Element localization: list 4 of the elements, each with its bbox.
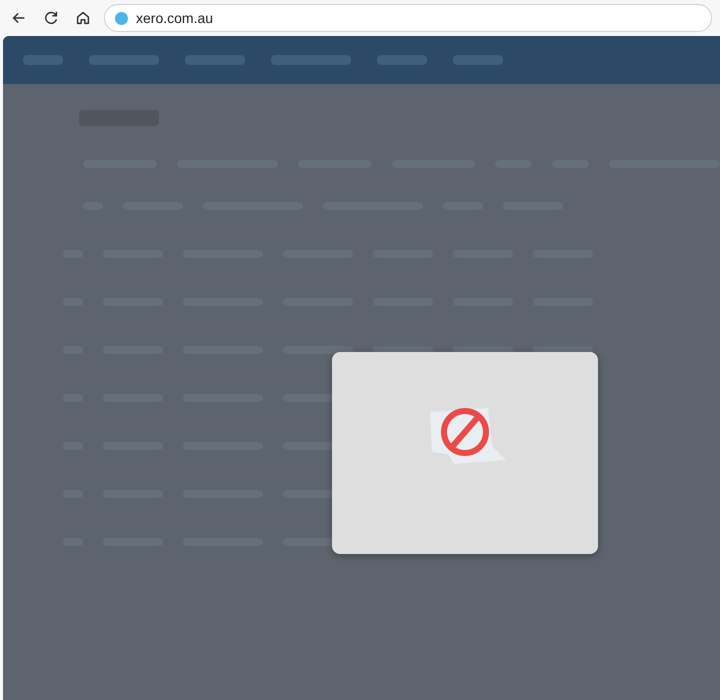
site-logo-icon — [115, 12, 128, 24]
address-bar[interactable]: xero.com.au — [104, 4, 712, 32]
reload-icon[interactable] — [42, 9, 60, 27]
home-icon[interactable] — [74, 9, 92, 27]
